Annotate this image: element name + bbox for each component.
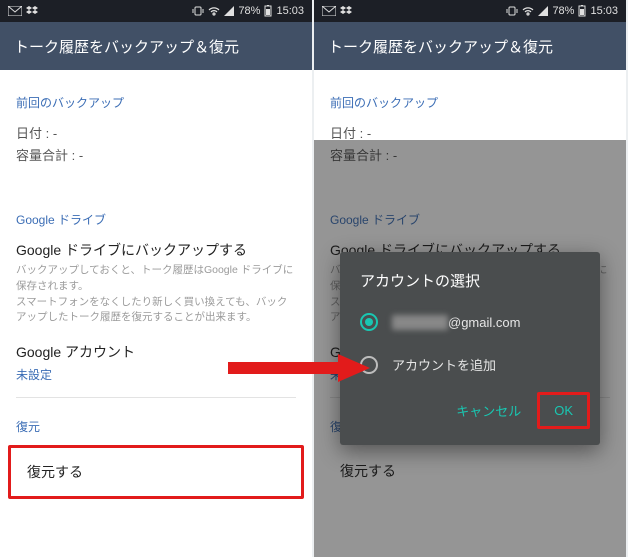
section-last-backup: 前回のバックアップ [0, 70, 312, 117]
radio-unselected-icon [360, 356, 378, 374]
signal-icon [538, 6, 548, 16]
mail-icon [322, 6, 336, 16]
dropbox-icon [26, 6, 38, 16]
section-last-backup: 前回のバックアップ [314, 70, 626, 117]
account-email: xxxxxxxx@gmail.com [392, 315, 520, 330]
radio-selected-icon [360, 313, 378, 331]
clock: 15:03 [276, 5, 304, 17]
drive-backup-title[interactable]: Google ドライブにバックアップする [16, 240, 296, 260]
account-dialog: アカウントの選択 xxxxxxxx@gmail.com アカウントを追加 キャン… [340, 252, 600, 445]
ok-button[interactable]: OK [542, 397, 585, 424]
backup-size: 容量合計 : - [16, 145, 296, 167]
dialog-overlay: アカウントの選択 xxxxxxxx@gmail.com アカウントを追加 キャン… [314, 140, 626, 557]
status-bar: 78% 15:03 [314, 0, 626, 22]
battery-pct: 78% [238, 5, 260, 17]
add-account-label: アカウントを追加 [392, 355, 496, 374]
content-left: 前回のバックアップ 日付 : - 容量合計 : - Google ドライブ Go… [0, 70, 312, 557]
mail-icon [8, 6, 22, 16]
clock: 15:03 [590, 5, 618, 17]
app-header: トーク履歴をバックアップ＆復元 [0, 22, 312, 70]
backup-date: 日付 : - [16, 123, 296, 145]
battery-icon [264, 5, 272, 17]
dialog-option-add[interactable]: アカウントを追加 [340, 343, 600, 386]
dropbox-icon [340, 6, 352, 16]
vibrate-icon [506, 6, 518, 16]
cancel-button[interactable]: キャンセル [448, 395, 529, 426]
vibrate-icon [192, 6, 204, 16]
google-account-label[interactable]: Google アカウント [16, 342, 296, 362]
phone-left: 78% 15:03 トーク履歴をバックアップ＆復元 前回のバックアップ 日付 :… [0, 0, 312, 557]
google-account-value[interactable]: 未設定 [16, 366, 296, 383]
restore-button[interactable]: 復元する [8, 445, 304, 499]
drive-backup-desc: バックアップしておくと、トーク履歴はGoogle ドライブに保存されます。 スマ… [16, 263, 296, 326]
page-title: トーク履歴をバックアップ＆復元 [14, 36, 239, 57]
battery-icon [578, 5, 586, 17]
ok-highlight: OK [537, 392, 590, 429]
dialog-option-account[interactable]: xxxxxxxx@gmail.com [340, 301, 600, 343]
wifi-icon [522, 6, 534, 16]
content-right: 前回のバックアップ 日付 : - 容量合計 : - Google ドライブ Go… [314, 70, 626, 557]
signal-icon [224, 6, 234, 16]
page-title: トーク履歴をバックアップ＆復元 [328, 36, 553, 57]
dialog-title: アカウントの選択 [340, 252, 600, 301]
app-header: トーク履歴をバックアップ＆復元 [314, 22, 626, 70]
battery-pct: 78% [552, 5, 574, 17]
section-restore: 復元 [0, 398, 312, 441]
phone-right: 78% 15:03 トーク履歴をバックアップ＆復元 前回のバックアップ 日付 :… [314, 0, 626, 557]
wifi-icon [208, 6, 220, 16]
section-drive: Google ドライブ [0, 169, 312, 234]
status-bar: 78% 15:03 [0, 0, 312, 22]
